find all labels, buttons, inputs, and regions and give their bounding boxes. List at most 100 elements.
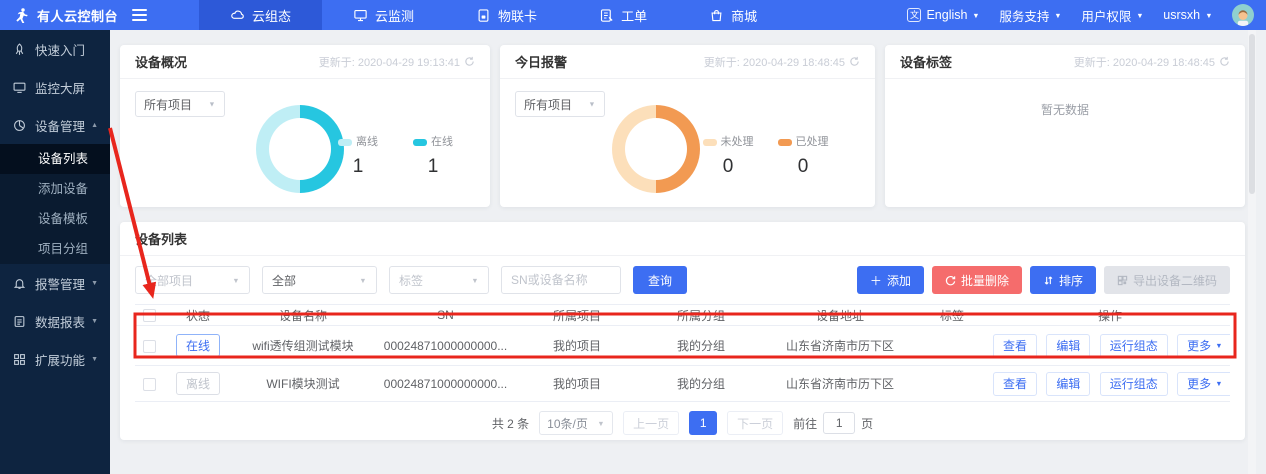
more-button[interactable]: 更多▼ bbox=[1177, 334, 1230, 358]
sidebar-item-data-report[interactable]: 数据报表 ▼ bbox=[0, 302, 110, 340]
project-filter-select[interactable]: 所有项目 ▼ bbox=[515, 91, 605, 117]
hamburger-menu-icon[interactable] bbox=[132, 9, 147, 21]
device-tags-card: 设备标签 更新于: 2020-04-29 18:48:45 暂无数据 bbox=[885, 45, 1245, 207]
edit-button[interactable]: 编辑 bbox=[1046, 334, 1090, 358]
service-support-menu[interactable]: 服务支持 ▼ bbox=[999, 6, 1062, 25]
current-page-button[interactable]: 1 bbox=[689, 411, 717, 435]
row-checkbox[interactable] bbox=[143, 340, 156, 353]
run-scada-button[interactable]: 运行组态 bbox=[1100, 372, 1168, 396]
batch-delete-button[interactable]: 批量删除 bbox=[932, 266, 1022, 294]
refresh-icon[interactable] bbox=[1219, 56, 1230, 67]
select-value: 全部 bbox=[272, 272, 296, 289]
monitor-icon bbox=[353, 8, 368, 23]
sidebar-label: 设备列表 bbox=[38, 152, 88, 166]
nav-label: 商城 bbox=[731, 6, 757, 25]
card-updated-timestamp: 更新于: 2020-04-29 18:48:45 bbox=[704, 54, 860, 70]
chevron-down-icon: ▼ bbox=[471, 276, 478, 284]
sidebar-item-alarm-management[interactable]: 报警管理 ▼ bbox=[0, 264, 110, 302]
sidebar-label: 报警管理 bbox=[35, 274, 85, 293]
view-button[interactable]: 查看 bbox=[993, 334, 1037, 358]
view-button[interactable]: 查看 bbox=[993, 372, 1037, 396]
sidebar-item-add-device[interactable]: 添加设备 bbox=[0, 174, 110, 204]
chevron-down-icon: ▼ bbox=[973, 11, 980, 19]
device-group: 我的分组 bbox=[636, 337, 766, 354]
top-navigation-bar: 有人云控制台 云组态 云监测 物联卡 工单 商城 文 English ▼ bbox=[0, 0, 1266, 30]
user-permission-menu[interactable]: 用户权限 ▼ bbox=[1081, 6, 1144, 25]
table-row: 离线 WIFI模块测试 00024871000000000... 我的项目 我的… bbox=[135, 366, 1230, 402]
device-list-card: 设备列表 全部项目 ▼ 全部 ▼ 标签 ▼ 查询 ＋添加 bbox=[120, 222, 1245, 440]
project-select[interactable]: 全部项目 ▼ bbox=[135, 266, 250, 294]
sidebar-item-device-template[interactable]: 设备模板 bbox=[0, 204, 110, 234]
sidebar-item-project-group[interactable]: 项目分组 bbox=[0, 234, 110, 264]
export-qr-button[interactable]: 导出设备二维码 bbox=[1104, 266, 1230, 294]
nav-mall[interactable]: 商城 bbox=[678, 0, 788, 30]
chevron-down-icon: ▼ bbox=[208, 100, 215, 108]
plus-icon: ＋ bbox=[870, 272, 882, 289]
nav-cloud-monitor[interactable]: 云监测 bbox=[322, 0, 445, 30]
select-all-checkbox[interactable] bbox=[143, 309, 156, 322]
chevron-down-icon: ▼ bbox=[359, 276, 366, 284]
run-scada-button[interactable]: 运行组态 bbox=[1100, 334, 1168, 358]
more-button[interactable]: 更多▼ bbox=[1177, 372, 1230, 396]
chevron-down-icon: ▼ bbox=[232, 276, 239, 284]
account-menu[interactable]: usrsxh ▼ bbox=[1163, 8, 1213, 22]
nav-cloud-scada[interactable]: 云组态 bbox=[199, 0, 322, 30]
chevron-down-icon: ▼ bbox=[588, 100, 595, 108]
row-checkbox[interactable] bbox=[143, 378, 156, 391]
prev-page-button[interactable]: 上一页 bbox=[623, 411, 679, 435]
app-logo[interactable]: 有人云控制台 bbox=[0, 6, 118, 25]
sidebar-label: 设备模板 bbox=[38, 212, 88, 226]
sidebar-item-device-list[interactable]: 设备列表 bbox=[0, 144, 110, 174]
column-header-project: 所属项目 bbox=[518, 307, 636, 324]
project-filter-select[interactable]: 所有项目 ▼ bbox=[135, 91, 225, 117]
refresh-icon[interactable] bbox=[464, 56, 475, 67]
nav-iot-card[interactable]: 物联卡 bbox=[445, 0, 568, 30]
permissions-label: 用户权限 bbox=[1081, 6, 1131, 25]
goto-prefix: 前往 bbox=[793, 415, 817, 432]
device-overview-card: 设备概况 更新于: 2020-04-29 19:13:41 所有项目 ▼ 离线 … bbox=[120, 45, 490, 207]
sort-button[interactable]: 排序 bbox=[1030, 266, 1096, 294]
search-input[interactable] bbox=[501, 266, 621, 294]
goto-page-input[interactable] bbox=[823, 412, 855, 434]
sidebar-item-device-management[interactable]: 设备管理 ▲ bbox=[0, 106, 110, 144]
avatar[interactable] bbox=[1232, 4, 1254, 26]
device-address: 山东省济南市历下区 bbox=[766, 375, 914, 392]
primary-nav: 云组态 云监测 物联卡 工单 商城 bbox=[199, 0, 788, 30]
edit-button[interactable]: 编辑 bbox=[1046, 372, 1090, 396]
language-switcher[interactable]: 文 English ▼ bbox=[907, 8, 980, 22]
add-device-button[interactable]: ＋添加 bbox=[857, 266, 924, 294]
row-actions: 查看 编辑 运行组态 更多▼ bbox=[990, 334, 1230, 358]
scrollbar-track[interactable] bbox=[1248, 30, 1256, 474]
status-select[interactable]: 全部 ▼ bbox=[262, 266, 377, 294]
nav-work-order[interactable]: 工单 bbox=[568, 0, 678, 30]
page-size-select[interactable]: 10条/页 ▼ bbox=[539, 411, 613, 435]
device-name: WIFI模块测试 bbox=[233, 375, 373, 392]
chevron-down-icon: ▼ bbox=[598, 419, 605, 427]
qr-code-icon bbox=[1117, 275, 1128, 286]
chevron-down-icon: ▼ bbox=[1215, 341, 1222, 349]
scrollbar-thumb[interactable] bbox=[1249, 34, 1255, 194]
device-list-title: 设备列表 bbox=[120, 222, 1245, 256]
device-project: 我的项目 bbox=[518, 375, 636, 392]
tag-select[interactable]: 标签 ▼ bbox=[389, 266, 489, 294]
row-actions: 查看 编辑 运行组态 更多▼ bbox=[990, 372, 1230, 396]
legend-swatch bbox=[703, 139, 717, 146]
nav-label: 物联卡 bbox=[498, 6, 537, 25]
translate-icon: 文 bbox=[907, 8, 921, 22]
refresh-icon[interactable] bbox=[849, 56, 860, 67]
sidebar-item-monitor-screen[interactable]: 监控大屏 bbox=[0, 68, 110, 106]
card-title: 设备标签 bbox=[900, 52, 952, 71]
card-updated-timestamp: 更新于: 2020-04-29 19:13:41 bbox=[319, 54, 475, 70]
sidebar-label: 监控大屏 bbox=[35, 78, 85, 97]
work-order-icon bbox=[599, 8, 614, 23]
legend-online: 在线 1 bbox=[401, 133, 465, 178]
sidebar-item-extensions[interactable]: 扩展功能 ▼ bbox=[0, 340, 110, 378]
next-page-button[interactable]: 下一页 bbox=[727, 411, 783, 435]
column-header-status: 状态 bbox=[163, 307, 233, 324]
sidebar-item-quick-start[interactable]: 快速入门 bbox=[0, 30, 110, 68]
pending-count: 0 bbox=[696, 156, 760, 178]
support-label: 服务支持 bbox=[999, 6, 1049, 25]
action-toolbar: ＋添加 批量删除 排序 导出设备二维码 bbox=[857, 266, 1230, 294]
offline-count: 1 bbox=[326, 156, 390, 178]
query-button[interactable]: 查询 bbox=[633, 266, 687, 294]
